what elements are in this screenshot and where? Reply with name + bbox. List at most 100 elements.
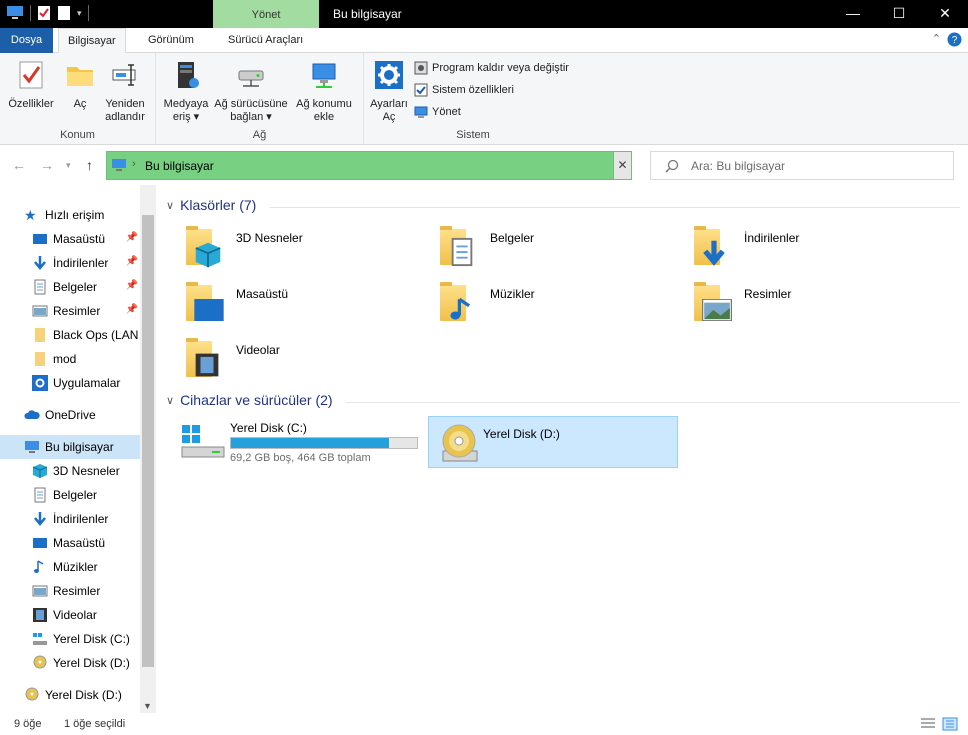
computer-icon[interactable] [6, 5, 24, 21]
properties-button[interactable]: Özellikler [6, 57, 56, 111]
access-media-button[interactable]: Medyaya eriş ▾ [160, 57, 212, 124]
new-folder-icon[interactable] [57, 5, 71, 21]
uninstall-program-button[interactable]: Program kaldır veya değiştir [414, 61, 569, 75]
nav-quick-access-label: Hızlı erişim [45, 208, 105, 222]
nav-pc-documents[interactable]: Belgeler [0, 483, 140, 507]
folder-desktop-icon [180, 279, 228, 327]
tab-computer[interactable]: Bilgisayar [58, 28, 126, 54]
nav-scrollbar[interactable]: ▼ [140, 185, 156, 713]
nav-item-downloads[interactable]: İndirilenler 📌 [0, 251, 140, 275]
breadcrumb-chevron-icon[interactable]: › [132, 158, 136, 170]
open-button[interactable]: Aç [60, 57, 100, 111]
drive-c-usage-bar [230, 437, 418, 449]
nav-item-label: Masaüstü [53, 232, 106, 246]
ribbon-group-network: Medyaya eriş ▾ Ağ sürücüsüne bağlan ▾ Ağ… [156, 53, 364, 145]
rename-button[interactable]: Yeniden adlandır [100, 57, 150, 124]
open-settings-button[interactable]: Ayarları Aç [368, 57, 410, 124]
nav-item-desktop[interactable]: Masaüstü 📌 [0, 227, 140, 251]
nav-item-apps[interactable]: Uygulamalar [0, 371, 140, 395]
details-view-icon[interactable] [920, 717, 936, 731]
nav-item-pictures[interactable]: Resimler 📌 [0, 299, 140, 323]
customize-toolbar-chevron-icon[interactable]: ▾ [77, 8, 82, 19]
settings-gear-icon [32, 375, 48, 391]
nav-pc-downloads[interactable]: İndirilenler [0, 507, 140, 531]
large-icons-view-icon[interactable] [942, 717, 958, 731]
pin-icon[interactable]: 📌 [126, 256, 138, 267]
back-arrow-icon[interactable]: ← [12, 157, 26, 173]
properties-icon [19, 61, 43, 89]
nav-pc-pictures[interactable]: Resimler [0, 579, 140, 603]
nav-pc-desktop[interactable]: Masaüstü [0, 531, 140, 555]
nav-pc-drive-d[interactable]: Yerel Disk (D:) [0, 651, 140, 675]
recent-locations-chevron-icon[interactable]: ▾ [66, 160, 71, 171]
devices-section-header[interactable]: ∨ Cihazlar ve sürücüler (2) [166, 392, 333, 408]
nav-pc-music[interactable]: Müzikler [0, 555, 140, 579]
section-divider [270, 207, 960, 208]
drive-tile-d[interactable]: Yerel Disk (D:) [428, 416, 678, 468]
collapse-ribbon-chevron-icon[interactable]: ⌃ [932, 32, 941, 47]
nav-item-label: İndirilenler [53, 512, 109, 526]
clear-address-icon[interactable]: ✕ [613, 152, 631, 179]
pin-icon[interactable]: 📌 [126, 280, 138, 291]
context-tab-manage[interactable]: Yönet [213, 0, 319, 28]
folder-music-icon [434, 279, 482, 327]
manage-button[interactable]: Yönet [414, 105, 461, 119]
address-bar[interactable]: › Bu bilgisayar ⌄ [106, 151, 632, 180]
address-path[interactable]: Bu bilgisayar [145, 159, 214, 173]
nav-item-folder[interactable]: Black Ops (LAN [0, 323, 140, 347]
search-box[interactable]: Ara: Bu bilgisayar [650, 151, 954, 180]
pin-icon[interactable]: 📌 [126, 232, 138, 243]
title-bar: ▾ Yönet Bu bilgisayar — ☐ ✕ [0, 0, 968, 28]
drive-tile-c[interactable]: Yerel Disk (C:) 69,2 GB boş, 464 GB topl… [176, 415, 422, 467]
nav-item-folder[interactable]: mod [0, 347, 140, 371]
nav-quick-access[interactable]: ★ Hızlı erişim [0, 203, 140, 227]
nav-pc-videos[interactable]: Videolar [0, 603, 140, 627]
computer-icon [25, 441, 39, 453]
folder-tile-3d-objects[interactable]: 3D Nesneler [180, 221, 410, 273]
folder-tile-pictures[interactable]: Resimler [688, 277, 918, 329]
up-arrow-icon[interactable]: ↑ [86, 157, 93, 173]
forward-arrow-icon[interactable]: → [40, 157, 54, 173]
tab-view[interactable]: Görünüm [139, 28, 203, 53]
download-arrow-icon [34, 512, 46, 526]
close-button[interactable]: ✕ [922, 0, 968, 28]
computer-icon [112, 159, 126, 171]
nav-onedrive[interactable]: OneDrive [0, 403, 140, 427]
folder-tile-documents[interactable]: Belgeler [434, 221, 664, 273]
disc-drive-icon [33, 655, 47, 669]
group-label-system: Sistem [456, 129, 490, 141]
nav-pc-drive-c[interactable]: Yerel Disk (C:) [0, 627, 140, 651]
tab-drive-tools[interactable]: Sürücü Araçları [219, 28, 312, 53]
nav-drive-d[interactable]: Yerel Disk (D:) [0, 683, 140, 707]
collapse-chevron-icon[interactable]: ∨ [166, 199, 174, 212]
help-icon[interactable]: ? [947, 32, 962, 47]
group-label-location: Konum [60, 129, 95, 141]
navigation-pane: ★ Hızlı erişim Masaüstü 📌 İndirilenler 📌… [0, 185, 156, 713]
maximize-button[interactable]: ☐ [876, 0, 922, 28]
nav-item-label: Black Ops (LAN [53, 328, 139, 342]
properties-icon[interactable] [37, 5, 51, 21]
folder-tile-downloads[interactable]: İndirilenler [688, 221, 918, 273]
folder-tile-music[interactable]: Müzikler [434, 277, 664, 329]
minimize-button[interactable]: — [830, 0, 876, 28]
tab-file[interactable]: Dosya [0, 28, 53, 53]
scroll-down-chevron-icon[interactable]: ▼ [143, 701, 152, 711]
nav-pc-3d-objects[interactable]: 3D Nesneler [0, 459, 140, 483]
open-settings-label-1: Ayarları [370, 98, 408, 110]
group-label-network: Ağ [252, 129, 267, 141]
collapse-chevron-icon[interactable]: ∨ [166, 394, 174, 407]
open-label: Aç [73, 98, 87, 110]
folder-label: 3D Nesneler [236, 231, 303, 245]
add-network-location-button[interactable]: Ağ konumu ekle [292, 57, 356, 124]
nav-this-pc[interactable]: Bu bilgisayar [0, 435, 140, 459]
map-network-drive-button[interactable]: Ağ sürücüsüne bağlan ▾ [212, 57, 290, 124]
access-media-label-2: eriş ▾ [172, 111, 200, 123]
svg-text:?: ? [952, 35, 958, 46]
pin-icon[interactable]: 📌 [126, 304, 138, 315]
folder-tile-videos[interactable]: Videolar [180, 333, 410, 385]
folder-tile-desktop[interactable]: Masaüstü [180, 277, 410, 329]
scrollbar-thumb[interactable] [142, 215, 154, 667]
nav-item-documents[interactable]: Belgeler 📌 [0, 275, 140, 299]
folders-section-header[interactable]: ∨ Klasörler (7) [166, 197, 256, 213]
system-properties-button[interactable]: Sistem özellikleri [414, 83, 514, 97]
